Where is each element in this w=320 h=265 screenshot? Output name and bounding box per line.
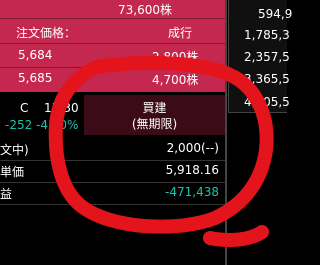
- right-value: 3,365,5: [244, 72, 290, 86]
- top-qty: 73,600株: [118, 3, 172, 17]
- column-divider: [225, 0, 227, 265]
- order-price-label: 注文価格：: [16, 26, 77, 40]
- right-value: 2,357,5: [244, 50, 290, 64]
- detail-value: -471,438: [165, 185, 219, 199]
- position-term: (無期限): [131, 117, 178, 131]
- order-price-row[interactable]: 注文価格： 成行: [0, 21, 225, 44]
- bottom-rule: [0, 204, 225, 205]
- position-header[interactable]: 買建 (無期限): [84, 95, 225, 135]
- right-value: 4,105,5: [244, 95, 290, 109]
- row-qty: 2,800株: [152, 50, 199, 64]
- detail-row: 単価 5,918.16: [0, 160, 225, 183]
- position-type: 買建: [142, 101, 167, 115]
- detail-label: 益: [0, 187, 13, 201]
- change-pct: -4.20%: [36, 118, 79, 132]
- price-row-2[interactable]: 5,685 4,700株: [0, 68, 225, 90]
- row-price: 5,684: [18, 48, 53, 62]
- detail-label: 単価: [0, 165, 25, 179]
- detail-value: 2,000(--): [166, 141, 219, 155]
- c-label: C: [20, 101, 29, 115]
- right-value: 1,785,3: [244, 28, 290, 42]
- detail-row: 益 -471,438: [0, 182, 225, 204]
- time: 15:30: [44, 101, 79, 115]
- change: -252: [5, 118, 33, 132]
- top-qty-row: 73,600株: [0, 0, 225, 19]
- right-value: 594,9: [258, 7, 293, 21]
- detail-label: 文中): [0, 143, 29, 157]
- details-table: 文中) 2,000(--) 単価 5,918.16 益 -471,438: [0, 138, 225, 204]
- price-row-1[interactable]: 5,684 2,800株: [0, 45, 225, 68]
- detail-value: 5,918.16: [165, 163, 219, 177]
- order-price-value[interactable]: 成行: [168, 24, 192, 41]
- detail-row: 文中) 2,000(--): [0, 138, 225, 161]
- row-qty: 4,700株: [152, 73, 199, 87]
- row-price: 5,685: [18, 71, 53, 85]
